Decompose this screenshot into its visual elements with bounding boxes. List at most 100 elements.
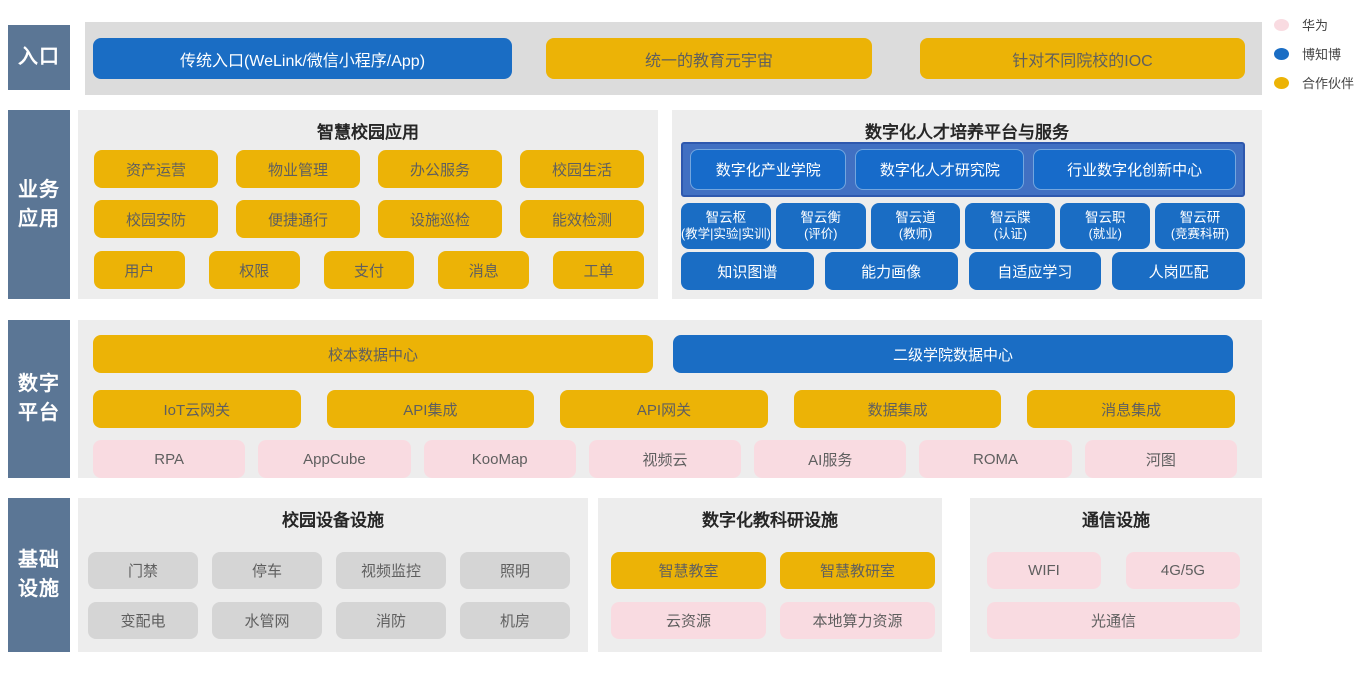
integration-node: 数据集成 [794,390,1002,428]
legend-item-partner: 合作伙伴 [1274,68,1354,97]
product-sub: (教师) [899,227,932,242]
legend-label: 博知博 [1302,44,1341,63]
communication-node: 光通信 [987,602,1240,639]
integration-node: API集成 [327,390,535,428]
digital-platform-panel: 校本数据中心 二级学院数据中心 IoT云网关 API集成 API网关 数据集成 … [78,320,1262,478]
talent-product-node: 智云研 (竞赛科研) [1155,203,1245,249]
legend: 华为 博知博 合作伙伴 [1274,10,1354,97]
talent-title: 数字化人才培养平台与服务 [672,118,1262,143]
huawei-service-node: 视频云 [589,440,741,478]
campus-equipment-title: 校园设备设施 [78,506,588,531]
talent-capability-node: 自适应学习 [969,252,1102,290]
equipment-node: 停车 [212,552,322,589]
rail-platform-label-line2: 平台 [18,399,60,428]
product-sub: (竞赛科研) [1171,227,1229,242]
smart-campus-node: 校园生活 [520,150,644,188]
legend-label: 华为 [1302,15,1328,34]
legend-item-bozhibo: 博知博 [1274,39,1354,68]
legend-item-huawei: 华为 [1274,10,1354,39]
talent-institute-node: 数字化人才研究院 [855,149,1024,190]
partner-dot-icon [1274,77,1289,89]
smart-campus-node: 校园安防 [94,200,218,238]
teaching-research-node: 本地算力资源 [780,602,935,639]
rail-infrastructure-label-line1: 基础 [18,546,60,575]
equipment-node: 水管网 [212,602,322,639]
smart-campus-node: 工单 [553,251,644,289]
huawei-service-node: ROMA [919,440,1071,478]
smart-campus-panel: 智慧校园应用 资产运营 物业管理 办公服务 校园生活 校园安防 便捷通行 设施巡… [78,110,658,299]
product-name: 智云衡 [800,210,841,226]
talent-institutes-container: 数字化产业学院 数字化人才研究院 行业数字化创新中心 [681,142,1245,197]
rail-business: 业务 应用 [8,110,70,299]
entry-strip: 传统入口(WeLink/微信小程序/App) 统一的教育元宇宙 针对不同院校的I… [85,22,1262,95]
communication-node: WIFI [987,552,1101,589]
entry-node-ioc: 针对不同院校的IOC [920,38,1245,79]
smart-campus-node: 物业管理 [236,150,360,188]
smart-campus-node: 消息 [438,251,529,289]
product-sub: (评价) [804,227,837,242]
rail-infrastructure: 基础 设施 [8,498,70,652]
huawei-service-node: AI服务 [754,440,906,478]
teaching-research-node: 智慧教研室 [780,552,935,589]
smart-campus-node: 资产运营 [94,150,218,188]
data-center-node: 二级学院数据中心 [673,335,1233,373]
communication-panel: 通信设施 WIFI 4G/5G 光通信 [970,498,1262,652]
product-name: 智云枢 [706,210,747,226]
campus-equipment-panel: 校园设备设施 门禁 停车 视频监控 照明 变配电 水管网 消防 机房 [78,498,588,652]
rail-entry-label: 入口 [18,43,60,72]
integration-node: API网关 [560,390,768,428]
smart-campus-node: 支付 [324,251,415,289]
rail-platform-label-line1: 数字 [18,370,60,399]
equipment-node: 变配电 [88,602,198,639]
equipment-node: 门禁 [88,552,198,589]
rail-business-label-line2: 应用 [18,205,60,234]
smart-campus-node: 能效检测 [520,200,644,238]
smart-campus-node: 便捷通行 [236,200,360,238]
talent-product-node: 智云道 (教师) [871,203,961,249]
integration-node: IoT云网关 [93,390,301,428]
communication-title: 通信设施 [970,506,1262,531]
talent-product-node: 智云牒 (认证) [965,203,1055,249]
teaching-research-node: 智慧教室 [611,552,766,589]
product-name: 智云研 [1180,210,1221,226]
legend-label: 合作伙伴 [1302,73,1354,92]
rail-entry: 入口 [8,25,70,90]
entry-node-traditional: 传统入口(WeLink/微信小程序/App) [93,38,512,79]
bozhibo-dot-icon [1274,48,1289,60]
rail-platform: 数字 平台 [8,320,70,478]
talent-product-node: 智云职 (就业) [1060,203,1150,249]
huawei-dot-icon [1274,19,1289,31]
data-center-node: 校本数据中心 [93,335,653,373]
smart-campus-node: 设施巡检 [378,200,502,238]
talent-institute-node: 行业数字化创新中心 [1033,149,1236,190]
huawei-service-node: KooMap [424,440,576,478]
talent-capability-node: 知识图谱 [681,252,814,290]
equipment-node: 机房 [460,602,570,639]
smart-campus-title: 智慧校园应用 [78,118,658,143]
integration-node: 消息集成 [1027,390,1235,428]
equipment-node: 消防 [336,602,446,639]
communication-node: 4G/5G [1126,552,1240,589]
huawei-service-node: RPA [93,440,245,478]
rail-infrastructure-label-line2: 设施 [18,575,60,604]
talent-panel: 数字化人才培养平台与服务 数字化产业学院 数字化人才研究院 行业数字化创新中心 … [672,110,1262,299]
talent-capability-node: 人岗匹配 [1112,252,1245,290]
teaching-research-node: 云资源 [611,602,766,639]
entry-node-metaverse: 统一的教育元宇宙 [546,38,872,79]
talent-product-node: 智云枢 (教学|实验|实训) [681,203,771,249]
product-name: 智云道 [895,210,936,226]
teaching-research-title: 数字化教科研设施 [598,506,942,531]
product-sub: (认证) [994,227,1027,242]
equipment-node: 照明 [460,552,570,589]
product-sub: (就业) [1089,227,1122,242]
teaching-research-panel: 数字化教科研设施 智慧教室 智慧教研室 云资源 本地算力资源 [598,498,942,652]
talent-institute-node: 数字化产业学院 [690,149,846,190]
talent-product-node: 智云衡 (评价) [776,203,866,249]
equipment-node: 视频监控 [336,552,446,589]
huawei-service-node: AppCube [258,440,410,478]
product-sub: (教学|实验|实训) [681,227,771,242]
rail-business-label-line1: 业务 [18,176,60,205]
product-name: 智云牒 [990,210,1031,226]
product-name: 智云职 [1085,210,1126,226]
smart-campus-node: 用户 [94,251,185,289]
